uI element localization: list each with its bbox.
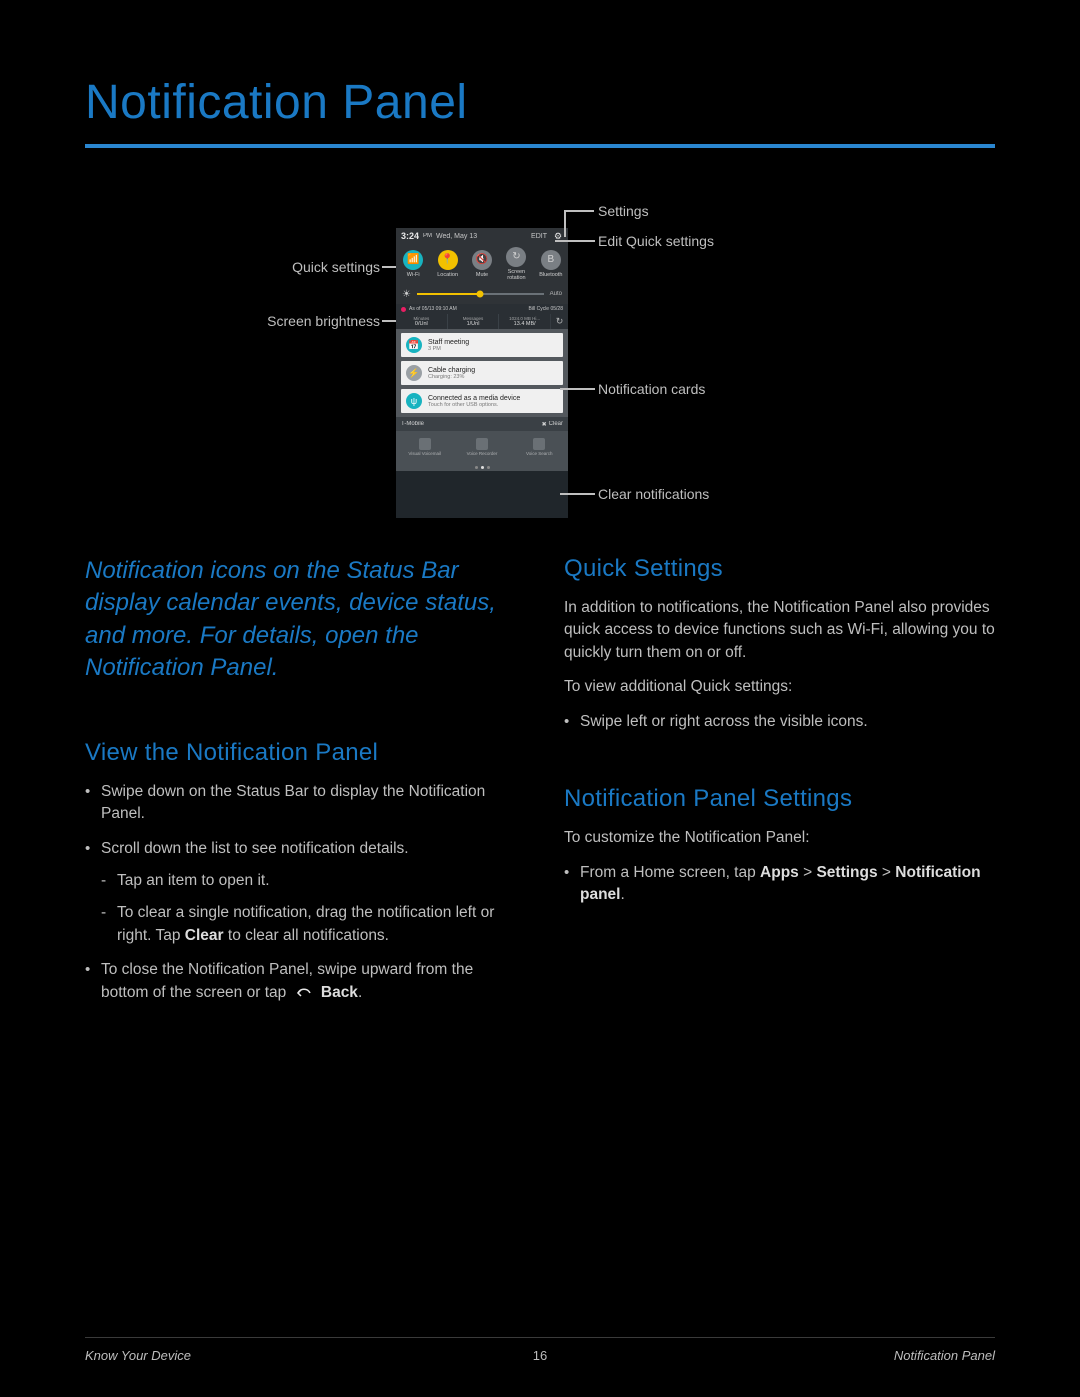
status-time: 3:24 [401, 231, 419, 241]
phone-status-bar: 3:24 PM Wed, May 13 EDIT [396, 228, 568, 244]
qs-wifi[interactable]: 📶 Wi-Fi [396, 244, 430, 284]
list-item: To close the Notification Panel, swipe u… [85, 959, 516, 1007]
callout-notif-cards: Notification cards [598, 380, 798, 399]
paragraph: To view additional Quick settings: [564, 676, 995, 698]
lead-paragraph: Notification icons on the Status Bar dis… [85, 555, 516, 685]
phone-mockup: 3:24 PM Wed, May 13 EDIT 📶 Wi-Fi 📍 Locat… [396, 228, 568, 518]
figure-panel: 3:24 PM Wed, May 13 EDIT 📶 Wi-Fi 📍 Locat… [0, 190, 1080, 550]
paragraph: In addition to notifications, the Notifi… [564, 597, 995, 664]
mute-icon: 🔇 [472, 250, 492, 270]
status-date: Wed, May 13 [436, 233, 477, 240]
phone-bottom-bar: T-Mobile ✖Clear [396, 417, 568, 431]
page-footer: Know Your Device 16 Notification Panel [85, 1337, 995, 1363]
status-ampm: PM [423, 233, 432, 239]
list-item: Scroll down the list to see notification… [85, 838, 516, 948]
callout-edit-qs: Edit Quick settings [598, 232, 798, 251]
wifi-icon: 📶 [403, 250, 423, 270]
footer-page-number: 16 [533, 1348, 547, 1363]
notification-card[interactable]: 📅 Staff meeting3 PM [401, 333, 563, 357]
notification-card[interactable]: ⚡ Cable chargingCharging: 23% [401, 361, 563, 385]
qs-location[interactable]: 📍 Location [430, 244, 464, 284]
clear-button[interactable]: ✖Clear [542, 421, 563, 428]
carrier-label: T-Mobile [401, 421, 424, 427]
usb-icon: ψ [406, 393, 422, 409]
section-notif-panel-settings: Notification Panel Settings [564, 785, 995, 813]
calendar-icon: 📅 [406, 337, 422, 353]
list-item: Swipe down on the Status Bar to display … [85, 781, 516, 826]
paragraph: To customize the Notification Panel: [564, 827, 995, 849]
charging-icon: ⚡ [406, 365, 422, 381]
section-view-notif: View the Notification Panel [85, 739, 516, 767]
qs-mute[interactable]: 🔇 Mute [465, 244, 499, 284]
section-quick-settings: Quick Settings [564, 555, 995, 583]
footer-left: Know Your Device [85, 1348, 533, 1363]
notification-list: 📅 Staff meeting3 PM ⚡ Cable chargingChar… [396, 329, 568, 417]
usage-row: Minutes0/Unl Messages1/Unl 1024.0 MB Hi.… [396, 314, 568, 329]
brightness-auto[interactable]: Auto [550, 291, 562, 297]
refresh-icon[interactable]: ↻ [550, 314, 568, 329]
brightness-icon: ☀ [402, 289, 411, 300]
usage-header: As of 05/13 09:10 AM Bill Cycle 05/28 [396, 304, 568, 314]
list-item: To clear a single notification, drag the… [101, 902, 516, 947]
notification-card[interactable]: ψ Connected as a media deviceTouch for o… [401, 389, 563, 413]
bluetooth-icon: B [541, 250, 561, 270]
callout-quick-settings: Quick settings [180, 258, 380, 277]
page-title: Notification Panel [85, 75, 995, 130]
footer-right: Notification Panel [547, 1348, 995, 1363]
back-icon [295, 985, 313, 1007]
brightness-slider[interactable]: ☀ Auto [396, 284, 568, 304]
list-item: Swipe left or right across the visible i… [564, 711, 995, 733]
title-rule [85, 144, 995, 148]
status-edit[interactable]: EDIT [531, 233, 547, 240]
list-item: Tap an item to open it. [101, 870, 516, 892]
qs-screen-rotation[interactable]: ↻ Screen rotation [499, 244, 533, 284]
quick-settings-row: 📶 Wi-Fi 📍 Location 🔇 Mute ↻ Screen rotat… [396, 244, 568, 284]
qs-bluetooth[interactable]: B Bluetooth [534, 244, 568, 284]
app-row: Visual Voicemail Voice Recorder Voice Se… [396, 431, 568, 463]
list-item: From a Home screen, tap Apps > Settings … [564, 862, 995, 907]
callout-brightness: Screen brightness [180, 312, 380, 331]
callout-clear: Clear notifications [598, 485, 798, 504]
brightness-track [417, 293, 544, 295]
callout-settings: Settings [598, 202, 798, 221]
location-icon: 📍 [438, 250, 458, 270]
rotation-icon: ↻ [506, 247, 526, 267]
